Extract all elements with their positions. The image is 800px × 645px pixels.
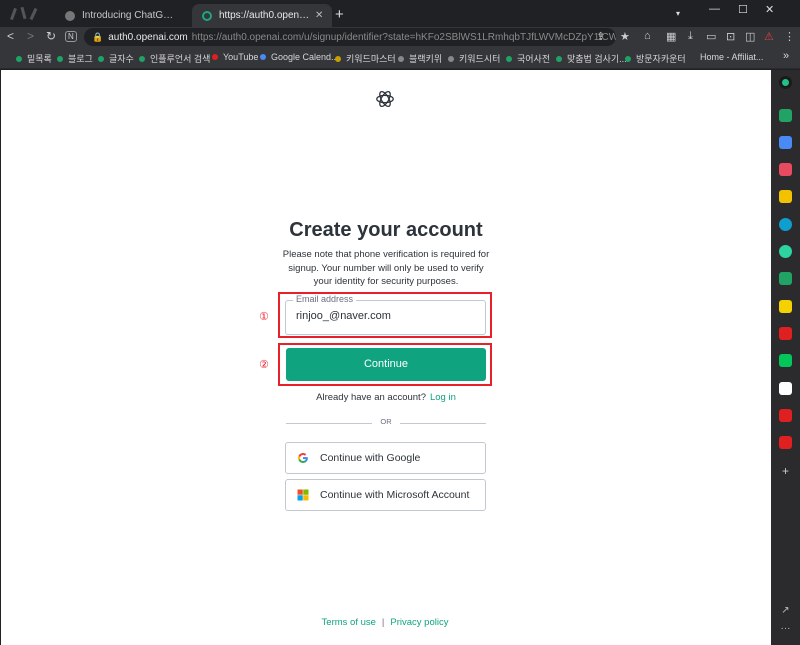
- bookmark-item[interactable]: 블랙키위: [398, 52, 442, 65]
- youtube-icon: [212, 54, 218, 60]
- tab-title: Introducing ChatGPT: [82, 10, 174, 21]
- login-prompt: Already have an account? Log in: [286, 392, 486, 403]
- bookmark-favicon-icon: [506, 55, 512, 62]
- openai-logo-icon: [376, 90, 394, 108]
- microsoft-icon: [297, 489, 309, 501]
- screenshot-icon[interactable]: ⊡: [726, 30, 735, 43]
- calendar-icon: [260, 54, 266, 60]
- bookmark-item[interactable]: 키워드시터: [448, 52, 500, 65]
- bookmark-item[interactable]: 키워드마스터: [335, 52, 396, 65]
- google-side-icon[interactable]: [779, 382, 792, 395]
- bookmark-item[interactable]: Google Calend...: [260, 52, 339, 62]
- phone-verification-note: Please note that phone verification is r…: [282, 249, 490, 287]
- close-tab-icon[interactable]: ✕: [315, 10, 323, 21]
- play-icon[interactable]: [779, 245, 792, 258]
- chatgpt-favicon-icon: [65, 10, 75, 21]
- or-divider: OR: [286, 417, 486, 429]
- forward-icon[interactable]: >: [27, 29, 34, 43]
- openai-favicon-icon: [202, 10, 212, 21]
- calendar-icon[interactable]: [779, 136, 792, 149]
- warning-icon[interactable]: ⚠: [764, 30, 774, 43]
- google-icon: [298, 453, 308, 463]
- tab-search-icon[interactable]: ▾: [676, 9, 680, 18]
- login-prompt-text: Already have an account?: [316, 392, 426, 403]
- microsoft-button-label: Continue with Microsoft Account: [320, 489, 470, 501]
- tab-introducing-chatgpt[interactable]: Introducing ChatGPT: [55, 4, 190, 27]
- continue-with-google-button[interactable]: Continue with Google: [285, 442, 486, 474]
- address-domain: auth0.openai.com: [108, 31, 188, 43]
- share-icon[interactable]: ⇪: [596, 30, 605, 43]
- notification-icon[interactable]: [779, 109, 792, 122]
- camera-icon[interactable]: ▭: [706, 30, 716, 43]
- chat-icon[interactable]: [779, 272, 792, 285]
- bookmark-item[interactable]: 방문자카운터: [625, 52, 686, 65]
- or-text: OR: [380, 417, 392, 426]
- bookmark-item[interactable]: 맞춤법 검사기...: [556, 52, 627, 65]
- maximize-icon[interactable]: ☐: [738, 3, 748, 16]
- browser-logo: [4, 2, 44, 24]
- bookmark-favicon-icon: [556, 55, 562, 62]
- new-tab-icon[interactable]: +: [335, 6, 344, 23]
- extension-icon[interactable]: ⌂: [644, 30, 651, 42]
- naver-icon[interactable]: [779, 354, 792, 367]
- annotation-marker-1: ①: [259, 311, 269, 323]
- close-window-icon[interactable]: ✕: [765, 3, 774, 16]
- bookmark-item[interactable]: 밑목록: [16, 52, 52, 65]
- bookmark-favicon-icon: [139, 55, 145, 62]
- edge-icon[interactable]: [779, 218, 792, 231]
- bookmark-item[interactable]: Home - Affiliat...: [700, 52, 763, 62]
- star-icon[interactable]: [779, 190, 792, 203]
- add-side-app-icon[interactable]: +: [779, 465, 792, 478]
- flag-icon[interactable]: ▦: [666, 30, 676, 43]
- login-link[interactable]: Log in: [430, 392, 456, 403]
- bookmark-favicon-icon: [398, 55, 404, 62]
- bookmark-star-icon[interactable]: ★: [620, 30, 630, 43]
- bookmark-item[interactable]: 블로그: [57, 52, 93, 65]
- back-icon[interactable]: <: [7, 29, 14, 43]
- footer-links: Terms of use | Privacy policy: [300, 617, 470, 628]
- bookmark-item[interactable]: 인플루언서 검색: [139, 52, 210, 65]
- more-bookmarks-icon[interactable]: »: [783, 50, 789, 62]
- youtube-side-icon[interactable]: [779, 409, 792, 422]
- n-extension-icon[interactable]: N: [65, 31, 77, 42]
- external-link-icon[interactable]: ↗: [779, 604, 792, 617]
- minimize-icon[interactable]: —: [709, 3, 720, 15]
- sidebar-icon[interactable]: ◫: [745, 30, 755, 43]
- annotation-box-continue: [278, 343, 492, 386]
- reload-icon[interactable]: ↻: [46, 29, 56, 43]
- side-panel-app-icon[interactable]: [779, 76, 792, 89]
- side-panel-more-icon[interactable]: ···: [779, 624, 792, 637]
- bookmark-item[interactable]: 글자수: [98, 52, 134, 65]
- bookmark-favicon-icon: [98, 55, 104, 62]
- menu-icon[interactable]: ⋮: [784, 30, 795, 43]
- page-title: Create your account: [289, 219, 483, 241]
- news-icon[interactable]: [779, 327, 792, 340]
- bookmark-favicon-icon: [448, 55, 454, 62]
- bookmark-item[interactable]: YouTube: [212, 52, 258, 62]
- lock-icon: 🔒: [92, 31, 104, 42]
- tab-title: https://auth0.openai.com/u/signup: [219, 10, 311, 21]
- tab-auth0-signup[interactable]: https://auth0.openai.com/u/signup ✕: [192, 4, 332, 27]
- google-button-label: Continue with Google: [320, 452, 421, 464]
- bookmark-favicon-icon: [625, 55, 631, 62]
- youtube-side-icon[interactable]: [779, 436, 792, 449]
- annotation-marker-2: ②: [259, 359, 269, 371]
- bookmark-item[interactable]: 국어사전: [506, 52, 550, 65]
- address-path: https://auth0.openai.com/u/signup/identi…: [191, 31, 616, 43]
- download-icon[interactable]: ⤓: [688, 30, 693, 43]
- privacy-link[interactable]: Privacy policy: [390, 617, 448, 628]
- bookmark-favicon-icon: [16, 55, 22, 62]
- pocket-icon[interactable]: [779, 163, 792, 176]
- bookmark-favicon-icon: [335, 55, 341, 62]
- continue-with-microsoft-button[interactable]: Continue with Microsoft Account: [285, 479, 486, 511]
- annotation-box-email: [278, 292, 492, 338]
- terms-link[interactable]: Terms of use: [322, 617, 376, 628]
- bookmark-favicon-icon: [57, 55, 63, 62]
- memo-icon[interactable]: [779, 300, 792, 313]
- footer-separator: |: [381, 617, 385, 628]
- address-bar[interactable]: 🔒 auth0.openai.com https://auth0.openai.…: [84, 28, 616, 46]
